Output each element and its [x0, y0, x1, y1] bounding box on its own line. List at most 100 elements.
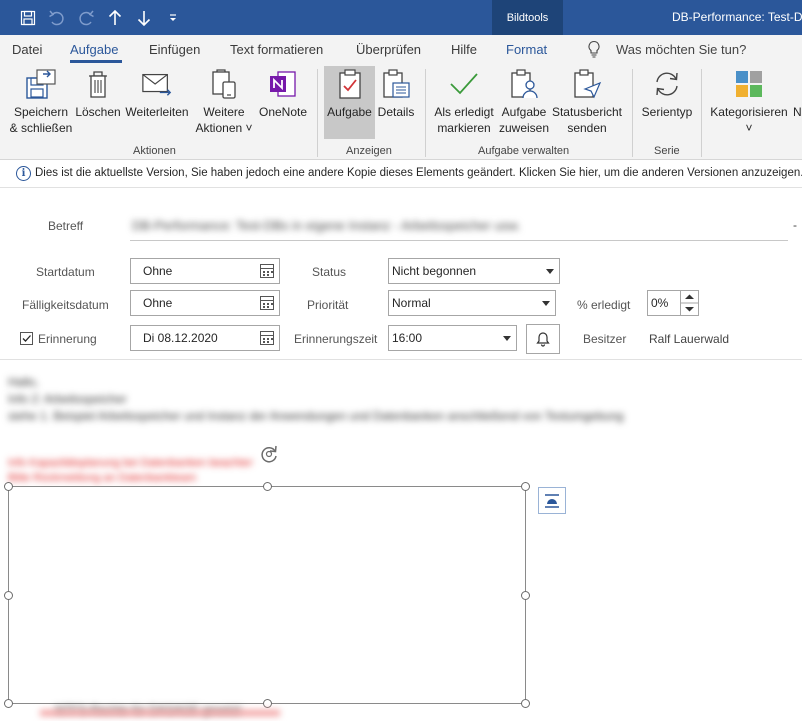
info-bar-text[interactable]: Dies ist die aktuellste Version, Sie hab… [35, 167, 802, 179]
calendar-icon[interactable] [260, 296, 274, 310]
assign-task-icon [508, 67, 540, 101]
ribbon-overflow-label: N [793, 105, 802, 119]
reminder-time-label: Erinnerungszeit [294, 332, 378, 346]
ribbon: Speichern & schließen Löschen Weiterleit… [0, 63, 802, 160]
tab-ueberpruefen[interactable]: Überprüfen [356, 42, 421, 57]
ribbon-separator [701, 69, 702, 157]
onenote-icon [267, 67, 299, 101]
categorize-label: Kategorisieren [710, 105, 788, 119]
info-bar[interactable]: i Dies ist die aktuellste Version, Sie h… [0, 161, 802, 188]
due-date-field[interactable]: Ohne [130, 290, 280, 316]
recurrence-button[interactable]: Serientyp [638, 67, 696, 120]
tab-einfuegen[interactable]: Einfügen [149, 42, 200, 57]
mark-complete-button[interactable]: Als erledigt markieren [432, 67, 496, 136]
onenote-button[interactable]: OneNote [256, 67, 310, 120]
title-bar: Bildtools DB-Performance: Test-DB [0, 0, 802, 35]
tab-format[interactable]: Format [506, 42, 547, 57]
resize-handle[interactable] [4, 699, 13, 708]
delete-button[interactable]: Löschen [75, 67, 121, 120]
redo-icon[interactable] [75, 7, 97, 29]
rotate-handle-icon[interactable] [258, 443, 280, 465]
body-line-1: Hallo, [8, 375, 39, 389]
start-date-field[interactable]: Ohne [130, 258, 280, 284]
arrow-down-icon[interactable] [133, 7, 155, 29]
task-view-label: Aufgabe [327, 105, 372, 119]
calendar-icon[interactable] [260, 331, 274, 345]
body-line-2: Info 2: Arbeitsspeicher [8, 392, 127, 406]
categorize-button[interactable]: Kategorisieren ˅ [708, 67, 790, 136]
tell-me-search[interactable]: Was möchten Sie tun? [616, 42, 746, 57]
reminder-label: Erinnerung [38, 332, 97, 346]
recurrence-label: Serientyp [641, 105, 693, 119]
lightbulb-icon [587, 40, 603, 58]
tab-datei[interactable]: Datei [12, 42, 42, 57]
chevron-down-icon [503, 336, 511, 341]
group-label-series: Serie [654, 145, 680, 157]
assign-task-button[interactable]: Aufgabe zuweisen [497, 67, 551, 136]
more-actions-label-1: Weitere [203, 105, 245, 119]
tab-aufgabe[interactable]: Aufgabe [70, 42, 118, 57]
tab-text-formatieren[interactable]: Text formatieren [230, 42, 323, 57]
selected-image[interactable] [8, 486, 526, 704]
body-red-line-2: Bitte Rückmeldung an Datenbankteam [8, 472, 197, 484]
details-label: Details [377, 105, 415, 119]
group-label-show: Anzeigen [346, 145, 392, 157]
more-actions-button[interactable]: Weitere Aktionen ˅ [194, 67, 254, 136]
reminder-date-field[interactable]: Di 08.12.2020 [130, 325, 280, 351]
send-status-icon [571, 67, 603, 101]
calendar-icon[interactable] [260, 264, 274, 278]
save-close-button[interactable]: Speichern & schließen [9, 67, 73, 136]
priority-value: Normal [392, 296, 431, 310]
trash-icon [82, 67, 114, 101]
layout-options-button[interactable] [538, 487, 566, 514]
percent-complete-field[interactable]: 0% [647, 290, 681, 316]
ribbon-tabs: Datei Aufgabe Einfügen Text formatieren … [0, 35, 802, 63]
bell-icon [536, 332, 550, 347]
owner-label: Besitzer [583, 332, 627, 346]
subject-field[interactable]: DB-Performance: Test-DBs in eigene Insta… [130, 212, 788, 240]
body-red-line-1: Info Kapazitätsplanung bei Datenbanken b… [8, 457, 253, 469]
resize-handle[interactable] [4, 482, 13, 491]
layout-options-icon [545, 493, 559, 508]
delete-label: Löschen [75, 105, 121, 119]
reminder-time-dropdown[interactable]: 16:00 [388, 325, 517, 351]
arrow-up-icon[interactable] [104, 7, 126, 29]
resize-handle[interactable] [4, 591, 13, 600]
details-button[interactable]: Details [376, 67, 416, 120]
percent-complete-label: % erledigt [577, 298, 631, 312]
percent-spinner[interactable] [681, 290, 699, 316]
tab-hilfe[interactable]: Hilfe [451, 42, 477, 57]
group-label-manage: Aufgabe verwalten [478, 145, 570, 157]
priority-dropdown[interactable]: Normal [388, 290, 556, 316]
body-bottom-highlight [40, 710, 280, 716]
resize-handle[interactable] [263, 482, 272, 491]
chevron-down-icon [546, 269, 554, 274]
owner-value: Ralf Lauerwald [649, 332, 730, 346]
categorize-icon [733, 67, 765, 101]
subject-overflow: - [793, 218, 797, 232]
start-date-label: Startdatum [36, 265, 95, 279]
start-date-value: Ohne [143, 264, 173, 278]
ribbon-separator [632, 69, 633, 157]
send-status-button[interactable]: Statusbericht senden [551, 67, 623, 136]
resize-handle[interactable] [521, 699, 530, 708]
task-clipboard-icon [334, 67, 366, 101]
save-icon[interactable] [17, 7, 39, 29]
status-dropdown[interactable]: Nicht begonnen [388, 258, 560, 284]
reminder-checkbox[interactable] [20, 332, 33, 345]
save-close-label-2: & schließen [9, 121, 73, 135]
undo-icon[interactable] [46, 7, 68, 29]
send-status-label-2: senden [567, 121, 607, 135]
task-view-button[interactable]: Aufgabe [324, 66, 375, 139]
reminder-sound-button[interactable] [526, 324, 560, 354]
forward-button[interactable]: Weiterleiten [124, 67, 190, 120]
checkmark-icon [448, 67, 480, 101]
forward-label: Weiterleiten [125, 105, 189, 119]
customize-toolbar-icon[interactable] [162, 7, 184, 29]
resize-handle[interactable] [521, 482, 530, 491]
recurrence-icon [651, 67, 683, 101]
ribbon-separator [317, 69, 318, 157]
context-tab-bildtools: Bildtools [492, 0, 563, 35]
resize-handle[interactable] [521, 591, 530, 600]
group-label-actions: Aktionen [133, 145, 176, 157]
